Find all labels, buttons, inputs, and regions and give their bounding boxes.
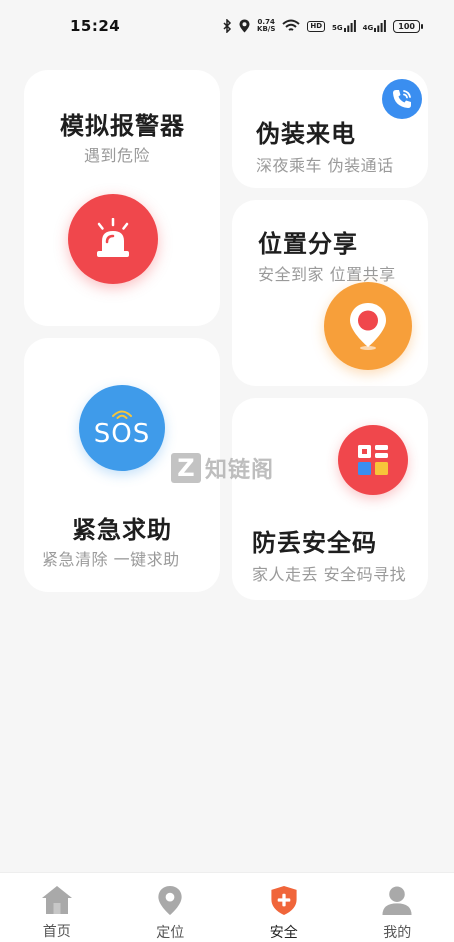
shield-plus-icon xyxy=(271,885,297,916)
nav-label-safety: 安全 xyxy=(269,925,298,941)
battery-indicator: 100 xyxy=(393,19,423,33)
sos-card-subtitle: 紧急清除 一键求助 xyxy=(42,550,180,569)
anti-lost-card[interactable]: 防丢安全码 家人走丢 安全码寻找 xyxy=(232,398,428,600)
anti-lost-card-subtitle: 家人走丢 安全码寻找 xyxy=(252,565,407,584)
sos-card-title: 紧急求助 xyxy=(72,516,172,544)
user-icon xyxy=(382,886,412,916)
sos-icon-text: SOS xyxy=(93,419,151,449)
watermark-letter: Z xyxy=(171,453,201,483)
alarm-card-subtitle: 遇到危险 xyxy=(84,146,151,165)
signal-bars-icon xyxy=(374,20,387,32)
fake-call-card-title: 伪装来电 xyxy=(256,120,356,148)
signal-5g: 5G xyxy=(332,20,356,32)
watermark-text: 知链阁 xyxy=(205,458,275,483)
location-share-card-title: 位置分享 xyxy=(258,230,358,258)
status-icons: 0.74 KB/S HD 5G 4G 100 xyxy=(223,19,423,33)
nav-label-home: 首页 xyxy=(42,924,71,940)
bluetooth-icon xyxy=(223,19,232,33)
phone-icon xyxy=(382,79,422,119)
nav-item-location[interactable]: 定位 xyxy=(114,873,228,942)
siren-icon xyxy=(68,194,158,284)
fake-call-card-subtitle: 深夜乘车 伪装通话 xyxy=(256,156,394,175)
sos-signal-waves xyxy=(112,410,132,419)
bottom-nav: 首页 定位 安全 我的 xyxy=(0,872,454,942)
signal-4g: 4G xyxy=(363,20,387,32)
nav-label-location: 定位 xyxy=(156,925,185,941)
qr-code-icon xyxy=(338,425,408,495)
network-speed: 0.74 KB/S xyxy=(257,19,275,33)
signal-4g-label: 4G xyxy=(362,24,374,32)
watermark-logo: Z 知链阁 xyxy=(171,452,274,484)
speed-unit: KB/S xyxy=(257,25,276,33)
sos-icon: SOS xyxy=(79,385,165,471)
hd-badge: HD xyxy=(307,20,326,32)
alarm-card-title: 模拟报警器 xyxy=(60,112,185,140)
location-share-card-subtitle: 安全到家 位置共享 xyxy=(258,265,396,284)
wifi-icon xyxy=(282,19,301,33)
home-icon xyxy=(41,886,72,914)
signal-bars-icon xyxy=(343,20,356,32)
alarm-card[interactable]: 模拟报警器 遇到危险 xyxy=(24,70,220,326)
nav-label-profile: 我的 xyxy=(383,925,412,941)
fake-call-card[interactable]: 伪装来电 深夜乘车 伪装通话 xyxy=(232,70,428,188)
nav-item-safety[interactable]: 安全 xyxy=(227,873,341,942)
status-time: 15:24 xyxy=(70,17,121,35)
nav-item-home[interactable]: 首页 xyxy=(0,873,114,942)
location-icon xyxy=(158,885,182,916)
anti-lost-card-title: 防丢安全码 xyxy=(252,529,377,557)
nav-item-profile[interactable]: 我的 xyxy=(341,873,454,942)
location-status-icon xyxy=(239,19,250,33)
location-pin-icon xyxy=(324,282,412,370)
status-bar: 15:24 0.74 KB/S HD 5G 4G 100 xyxy=(0,0,454,52)
signal-5g-label: 5G xyxy=(332,24,343,32)
location-share-card[interactable]: 位置分享 安全到家 位置共享 xyxy=(232,200,428,386)
